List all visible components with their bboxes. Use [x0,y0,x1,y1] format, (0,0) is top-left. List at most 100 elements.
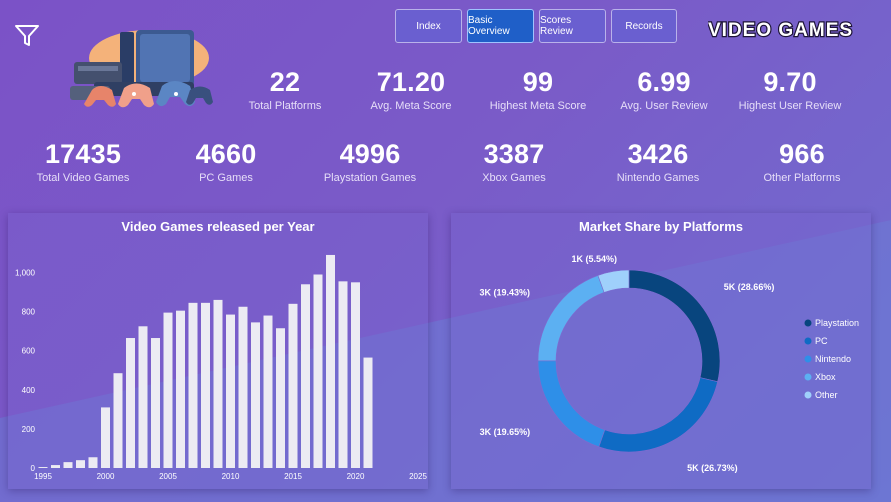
bar-2009 [213,299,223,468]
bar-2012 [251,322,260,468]
kpi-label: Highest Meta Score [489,100,587,112]
kpi-xbox-games: 3387 Xbox Games [456,139,572,184]
legend-item-nintendo: Nintendo [815,354,851,364]
bar-1996 [51,465,60,468]
bar-1997 [63,462,73,468]
kpi-label: PC Games [199,172,253,184]
data-label: 3K (19.65%) [480,427,531,437]
kpi-value: 4660 [195,139,257,169]
kpi-label: Total Video Games [36,172,130,184]
kpi-label: Avg. Meta Score [370,100,452,112]
kpi-value: 9.70 [763,67,817,97]
data-label: 1K (5.54%) [571,254,617,264]
data-label: 5K (28.66%) [724,282,775,292]
kpi-avg-user-review: 6.99 Avg. User Review [608,67,720,112]
bar-2005 [163,312,173,468]
legend-marker-pc [804,337,812,345]
bar-2017 [313,274,323,468]
kpi-value: 71.20 [376,67,446,97]
bar-2019 [338,281,348,468]
kpi-value: 22 [269,67,301,97]
donut-chart: 5K (28.66%) 5K (26.73%) 3K (19.65%) 3K (19.… [479,254,859,473]
kpi-label: Total Platforms [248,100,322,112]
kpi-other-platforms: 966 Other Platforms [742,139,862,184]
slice-pc [598,377,718,453]
legend-marker-nintendo [804,355,812,363]
bar-2018 [326,254,335,468]
kpi-pc-games: 4660 PC Games [170,139,282,184]
kpi-value: 6.99 [637,67,691,97]
legend-item-pc: PC [815,336,828,346]
x-tick-label: 2000 [97,472,115,481]
kpi-label: Playstation Games [323,172,417,184]
kpi-value: 4996 [339,139,401,169]
legend-marker-playstation [804,319,812,327]
market-share-panel: Market Share by Platforms 5K (28.66%) 5K … [451,213,871,489]
bar-2021 [363,357,373,468]
bar-2016 [301,284,310,468]
legend-marker-xbox [804,373,812,381]
x-tick-label: 2005 [159,472,177,481]
kpi-value: 3426 [627,139,689,169]
legend-item-xbox: Xbox [815,372,836,382]
filter-icon[interactable] [14,24,40,48]
kpi-value: 3387 [483,139,545,169]
kpi-avg-meta-score: 71.20 Avg. Meta Score [355,67,467,112]
kpi-playstation-games: 4996 Playstation Games [310,139,430,184]
y-tick-label: 1,000 [15,269,36,278]
kpi-highest-meta-score: 99 Highest Meta Score [480,67,596,112]
kpi-total-video-games: 17435 Total Video Games [23,139,143,184]
y-tick-label: 400 [22,386,36,395]
top-navigation: Index Basic Overview Scores Review Recor… [395,9,677,43]
kpi-label: Nintendo Games [616,172,700,184]
bar-1995 [38,467,48,468]
bar-2004 [151,338,160,468]
x-tick-label: 2020 [347,472,365,481]
bar-2000 [101,407,110,468]
legend-item-other: Other [815,390,838,400]
bar-2007 [188,302,198,468]
nav-records-button[interactable]: Records [611,9,677,43]
x-tick-label: 1995 [34,472,52,481]
kpi-value: 966 [779,139,825,169]
bar-chart: 02004006008001,0001995 2000 2005 2010 2015 20… [15,254,427,481]
y-tick-label: 800 [22,308,36,317]
kpi-highest-user-review: 9.70 Highest User Review [728,67,852,112]
bar-2010 [226,314,235,468]
kpi-value: 99 [522,67,554,97]
x-tick-label: 2010 [222,472,240,481]
nav-scores-review-button[interactable]: Scores Review [539,9,606,43]
bar-2013 [263,315,273,468]
bar-2002 [126,338,135,468]
kpi-label: Avg. User Review [620,100,708,112]
kpi-value: 17435 [44,139,122,169]
x-tick-label: 2015 [284,472,302,481]
bar-2001 [113,373,123,468]
kpi-total-platforms: 22 Total Platforms [235,67,335,112]
slice-xbox [537,275,605,362]
nav-index-button[interactable]: Index [395,9,462,43]
kpi-label: Xbox Games [482,172,546,184]
bar-2003 [138,326,148,468]
video-games-logo: VIDEO GAMES [708,19,853,42]
slice-playstation [628,269,721,383]
bar-1998 [76,460,85,468]
data-label: 5K (26.73%) [687,463,738,473]
logo-text: VIDEO GAMES [708,20,853,41]
kpi-nintendo-games: 3426 Nintendo Games [598,139,718,184]
game-consoles-illustration [70,30,213,108]
games-per-year-panel: Video Games released per Year 0 200 400 600… [8,213,428,489]
bar-2015 [288,303,298,468]
data-label: 3K (19.43%) [479,287,530,297]
legend-marker-other [804,391,812,399]
kpi-label: Other Platforms [763,172,841,184]
y-tick-label: 200 [22,425,36,434]
bar-2006 [176,310,185,468]
slice-other [597,269,630,293]
bar-1999 [88,457,98,468]
x-tick-label: 2025 [409,472,427,481]
nav-basic-overview-button[interactable]: Basic Overview [467,9,534,43]
bar-2008 [201,302,210,468]
legend-item-playstation: Playstation [815,318,859,328]
bar-2020 [351,282,360,468]
